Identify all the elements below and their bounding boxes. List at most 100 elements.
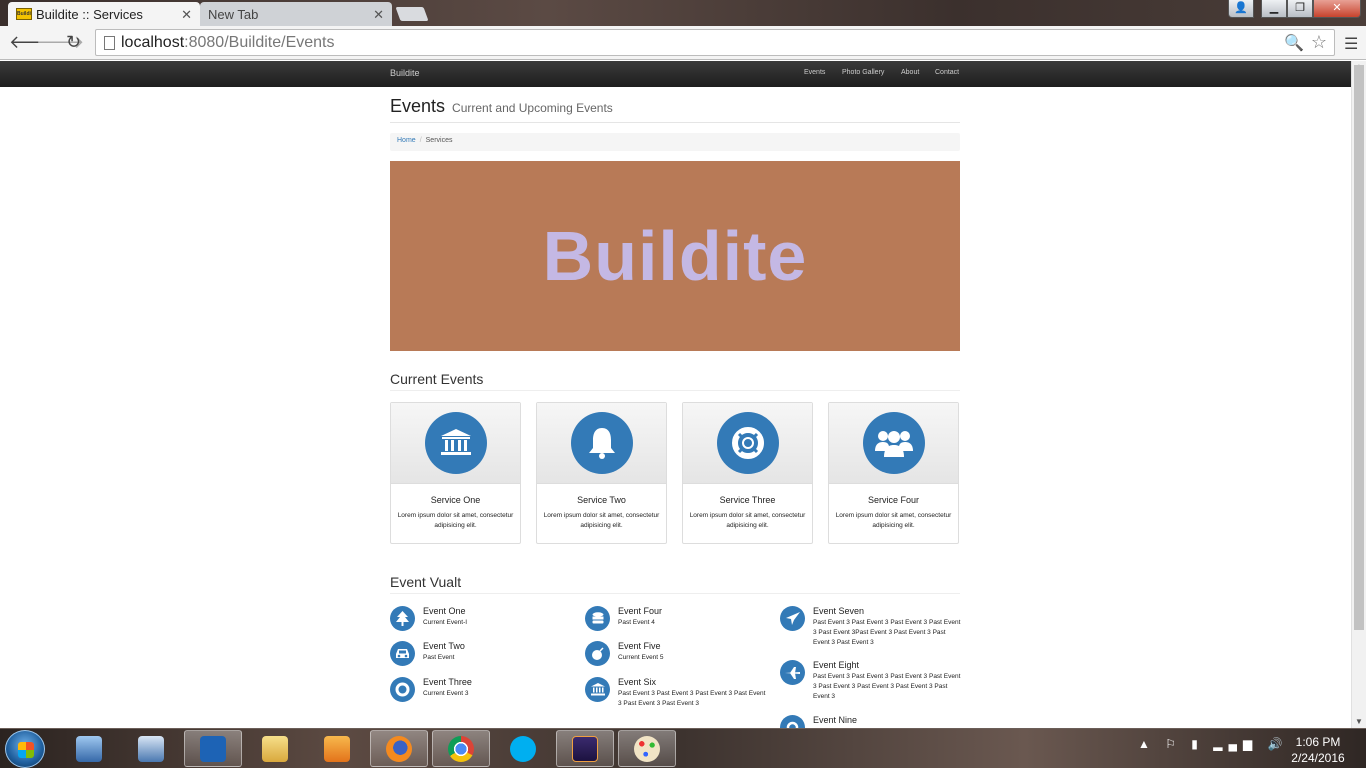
- service-name: Service Two: [577, 495, 626, 505]
- close-tab-icon[interactable]: ✕: [373, 7, 384, 23]
- breadcrumb-current: Services: [425, 137, 453, 144]
- tab-strip: Buildite Buildite :: Services ✕ New Tab ✕…: [0, 0, 1366, 26]
- list-item[interactable]: Event Six Past Event 3 Past Event 3 Past…: [585, 677, 765, 707]
- list-item[interactable]: Event Three Current Event 3: [390, 677, 570, 707]
- tab-title: Buildite :: Services: [36, 7, 143, 22]
- restore-button[interactable]: ❐: [1287, 0, 1313, 18]
- scrollbar-thumb[interactable]: [1354, 65, 1364, 630]
- service-card: Service Two Lorem ipsum dolor sit amet, …: [536, 402, 667, 544]
- tree-icon: [390, 606, 415, 631]
- page-title: Events Current and Upcoming Events: [390, 96, 613, 116]
- list-item[interactable]: Event Eight Past Event 3 Past Event 3 Pa…: [780, 660, 960, 710]
- event-name: Event Nine: [813, 715, 858, 725]
- outlook-icon: [200, 735, 226, 762]
- banner-image: Buildite: [390, 161, 960, 351]
- tab-new-tab[interactable]: New Tab ✕: [200, 2, 392, 26]
- service-card: Service Four Lorem ipsum dolor sit amet,…: [828, 402, 959, 544]
- reload-icon[interactable]: ↻: [66, 32, 81, 52]
- windows-logo-icon: [18, 742, 34, 758]
- taskbar-network[interactable]: [122, 730, 180, 767]
- browser-menu-icon[interactable]: ☰: [1344, 34, 1358, 54]
- service-name: Service One: [430, 495, 481, 505]
- paint-icon: [634, 735, 660, 762]
- event-name: Event Three: [423, 677, 472, 687]
- url-text[interactable]: localhost:8080/Buildite/Events: [121, 34, 334, 52]
- recycle-icon: [780, 715, 805, 728]
- event-description: Past Event: [423, 654, 455, 661]
- event-description: Current Event 5: [618, 654, 664, 661]
- clock-date: 2/24/2016: [1291, 751, 1345, 765]
- bell-icon: [571, 412, 633, 474]
- tab-title: New Tab: [208, 7, 259, 22]
- event-description: Current Event-I: [423, 619, 468, 626]
- browser-toolbar: 🡐 🡒 ↻ localhost:8080/Buildite/Events 🔍 ☆…: [0, 26, 1366, 60]
- event-name: Event Seven: [813, 606, 865, 616]
- close-tab-icon[interactable]: ✕: [181, 7, 192, 23]
- breadcrumb: Home / Services: [390, 133, 960, 151]
- taskbar-skype[interactable]: [494, 730, 552, 767]
- minimize-button[interactable]: ▁: [1261, 0, 1287, 18]
- service-description: Lorem ipsum dolor sit amet, consectetur …: [397, 512, 514, 529]
- nav-about[interactable]: About: [901, 69, 919, 76]
- new-tab-button[interactable]: [395, 7, 429, 21]
- service-description: Lorem ipsum dolor sit amet, consectetur …: [835, 512, 952, 529]
- list-item[interactable]: Event Seven Past Event 3 Past Event 3 Pa…: [780, 606, 960, 656]
- address-bar[interactable]: localhost:8080/Buildite/Events 🔍 ☆: [95, 29, 1335, 56]
- browser-window: Buildite Buildite :: Services ✕ New Tab ✕…: [0, 0, 1366, 768]
- breadcrumb-separator: /: [419, 137, 422, 144]
- taskbar-outlook[interactable]: [184, 730, 242, 767]
- breadcrumb-home-link[interactable]: Home: [397, 137, 416, 144]
- firefox-icon: [386, 735, 412, 762]
- tab-buildite-services[interactable]: Buildite Buildite :: Services ✕: [8, 2, 200, 26]
- bookmark-star-icon[interactable]: ☆: [1311, 32, 1327, 53]
- banner-text: Buildite: [542, 217, 808, 295]
- scroll-down-icon[interactable]: ▼: [1355, 717, 1363, 726]
- taskbar-media-player[interactable]: [308, 730, 366, 767]
- taskbar-explorer[interactable]: [246, 730, 304, 767]
- list-item[interactable]: Event Two Past Event: [390, 641, 570, 671]
- close-window-button[interactable]: ✕: [1313, 0, 1361, 18]
- start-button[interactable]: [5, 730, 45, 768]
- folder-icon: [262, 735, 288, 762]
- chrome-icon: [448, 735, 474, 762]
- event-name: Event Four: [618, 606, 663, 616]
- buildite-favicon-icon: Buildite: [16, 8, 32, 20]
- taskbar-java-ee-ide[interactable]: [556, 730, 614, 767]
- list-item[interactable]: Event Four Past Event 4: [585, 606, 765, 636]
- service-card: Service Three Lorem ipsum dolor sit amet…: [682, 402, 813, 544]
- event-name: Event Five: [618, 641, 661, 651]
- zoom-icon[interactable]: 🔍: [1284, 33, 1304, 53]
- event-name: Event One: [423, 606, 466, 616]
- list-item[interactable]: Event One Current Event-I: [390, 606, 570, 636]
- clock-time: 1:06 PM: [1295, 735, 1341, 749]
- database-icon: [585, 606, 610, 631]
- taskbar-paint[interactable]: [618, 730, 676, 767]
- page-header: Events Current and Upcoming Events: [390, 96, 960, 123]
- event-description: Current Event 3: [423, 690, 469, 697]
- taskbar-firefox[interactable]: [370, 730, 428, 767]
- bomb-icon: [585, 641, 610, 666]
- taskbar-clock[interactable]: 1:06 PM 2/24/2016: [1283, 734, 1353, 766]
- vertical-scrollbar[interactable]: ▲ ▼: [1351, 61, 1366, 728]
- windows-taskbar: ▲ ⚐ ▮ ▂▄▆ 🔊 1:06 PM 2/24/2016: [0, 728, 1366, 768]
- current-events-heading: Current Events: [390, 371, 960, 391]
- skype-icon: [510, 735, 536, 762]
- nav-contact[interactable]: Contact: [935, 69, 959, 76]
- page-subtitle: Current and Upcoming Events: [452, 101, 613, 115]
- taskbar-computer[interactable]: [60, 730, 118, 767]
- network-icon: [138, 735, 164, 762]
- user-profile-button[interactable]: 👤: [1228, 0, 1254, 18]
- list-item[interactable]: Event Nine: [780, 715, 960, 728]
- site-navbar: Buildite Events Photo Gallery About Cont…: [0, 61, 1351, 87]
- list-item[interactable]: Event Five Current Event 5: [585, 641, 765, 671]
- event-name: Event Two: [423, 641, 465, 651]
- system-tray[interactable]: ▲ ⚐ ▮ ▂▄▆ 🔊: [1138, 737, 1288, 751]
- bank-icon: [585, 677, 610, 702]
- car-icon: [390, 641, 415, 666]
- service-description: Lorem ipsum dolor sit amet, consectetur …: [689, 512, 806, 529]
- taskbar-chrome[interactable]: [432, 730, 490, 767]
- nav-photo-gallery[interactable]: Photo Gallery: [842, 69, 884, 76]
- site-brand-link[interactable]: Buildite: [390, 68, 420, 78]
- event-vault-heading: Event Vualt: [390, 574, 960, 594]
- nav-events[interactable]: Events: [804, 69, 825, 76]
